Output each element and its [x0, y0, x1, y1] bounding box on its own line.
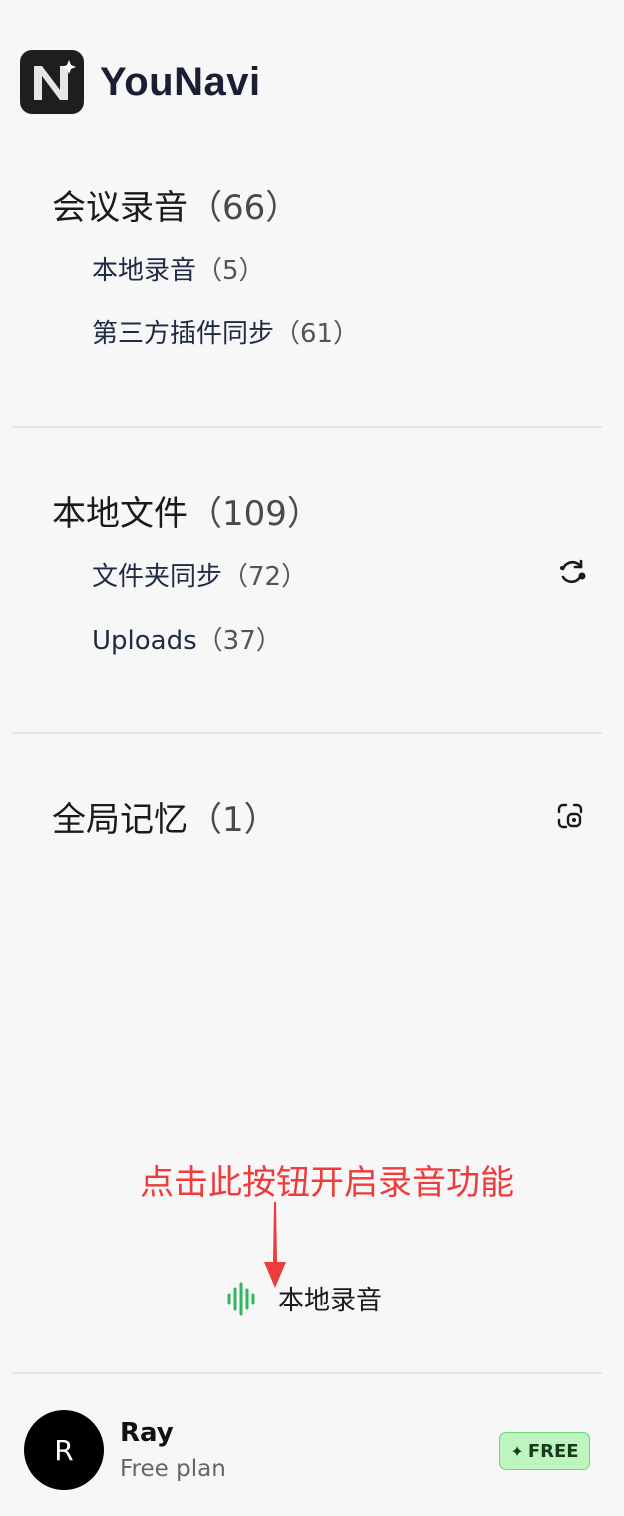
section-files-label: 本地文件	[52, 494, 188, 534]
section-files-title[interactable]: 本地文件（109）	[52, 486, 321, 535]
section-meetings-label: 会议录音	[52, 188, 188, 228]
nav-item-count: （61）	[274, 319, 360, 349]
app-logo	[20, 50, 84, 114]
section-files-count: （109）	[188, 494, 321, 534]
section-divider	[12, 732, 602, 734]
footer-divider	[12, 1372, 602, 1374]
waveform-icon	[227, 1282, 255, 1315]
nav-item-count: （72）	[222, 562, 308, 592]
nav-item-count: （37）	[196, 626, 282, 656]
plan-badge[interactable]: ✦ FREE	[499, 1432, 590, 1470]
nav-item-label: 本地录音	[92, 256, 197, 286]
plan-badge-label: FREE	[527, 1440, 579, 1462]
annotation-arrow-icon	[264, 1202, 286, 1288]
local-recording-label: 本地录音	[278, 1286, 383, 1316]
section-meetings-title[interactable]: 会议录音（66）	[52, 180, 299, 229]
user-name: Ray	[120, 1418, 174, 1448]
app-title: YouNavi	[100, 59, 261, 104]
local-recording-button[interactable]: 本地录音	[220, 1280, 382, 1317]
tooltip-annotation: 点击此按钮开启录音功能	[140, 1163, 514, 1203]
user-plan: Free plan	[120, 1456, 226, 1482]
sidebar-panel: YouNavi 会议录音（66） 本地录音（5） 第三方插件同步（61） 本地文…	[0, 0, 624, 1516]
section-memory-label: 全局记忆	[52, 800, 188, 840]
app-header: YouNavi	[20, 50, 261, 114]
nav-item-local-recordings[interactable]: 本地录音（5）	[92, 250, 265, 287]
memory-scan-icon[interactable]	[550, 796, 590, 836]
avatar[interactable]: R	[24, 1410, 104, 1490]
nav-item-uploads[interactable]: Uploads（37）	[92, 620, 282, 657]
sync-icon[interactable]	[552, 552, 592, 592]
sparkle-icon: ✦	[510, 1441, 524, 1461]
section-memory-count: （1）	[188, 800, 278, 840]
nav-item-folder-sync[interactable]: 文件夹同步（72）	[92, 556, 307, 593]
section-divider	[12, 426, 602, 428]
section-memory-title[interactable]: 全局记忆（1）	[52, 792, 278, 841]
nav-item-third-party-sync[interactable]: 第三方插件同步（61）	[92, 313, 359, 350]
nav-item-count: （5）	[196, 256, 265, 286]
section-meetings-count: （66）	[188, 188, 300, 228]
nav-item-label: Uploads	[92, 626, 197, 656]
nav-item-label: 文件夹同步	[92, 562, 223, 592]
nav-item-label: 第三方插件同步	[92, 319, 275, 349]
